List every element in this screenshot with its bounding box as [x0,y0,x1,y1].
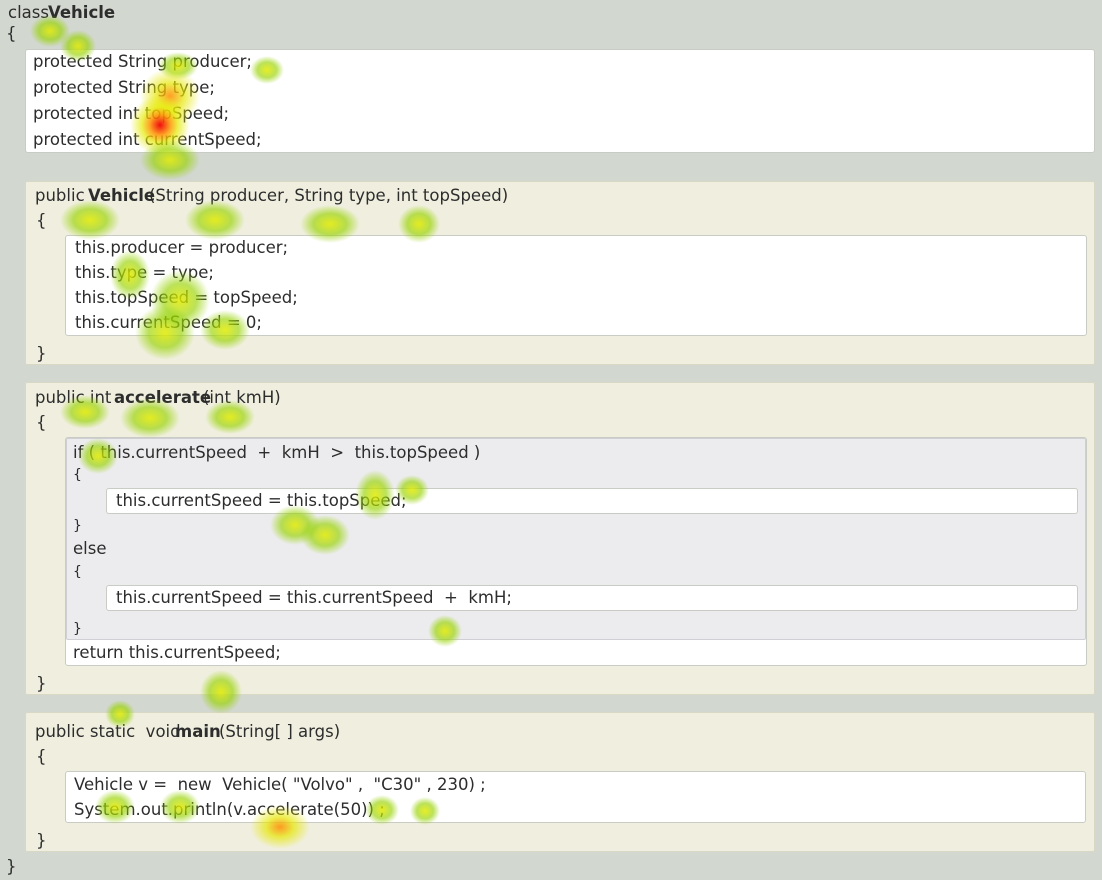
accelerate-modifier: public int [35,388,112,407]
constructor-open-brace: { [36,211,47,230]
main-close-brace: } [36,831,47,850]
if-statement: this.currentSpeed = this.topSpeed; [116,491,407,510]
field-line: protected String type; [33,78,215,97]
field-line: protected int topSpeed; [33,104,230,123]
main-modifier: public static void [35,722,181,741]
if-open-brace: { [73,467,82,483]
else-keyword: else [73,539,107,558]
accelerate-name: accelerate [114,388,212,407]
accelerate-params: (int kmH) [203,388,281,407]
class-close-brace: } [6,857,17,876]
class-keyword: class [8,3,49,22]
field-line: protected String producer; [33,52,252,71]
constructor-statement: this.currentSpeed = 0; [75,313,262,332]
main-name: main [175,722,221,741]
accelerate-close-brace: } [36,674,47,693]
if-condition: if ( this.currentSpeed + kmH > this.topS… [73,443,481,462]
main-open-brace: { [36,747,47,766]
accelerate-open-brace: { [36,413,47,432]
constructor-modifier: public [35,186,85,205]
constructor-name: Vehicle [88,186,156,205]
field-line: protected int currentSpeed; [33,130,262,149]
class-open-brace: { [6,24,17,43]
class-name: Vehicle [48,3,116,22]
else-close-brace: } [73,621,82,637]
constructor-statement: this.topSpeed = topSpeed; [75,288,298,307]
main-statement: System.out.println(v.accelerate(50)) ; [74,800,385,819]
main-params: (String[ ] args) [219,722,341,741]
else-open-brace: { [73,564,82,580]
constructor-statement: this.producer = producer; [75,238,289,257]
constructor-params: (String producer, String type, int topSp… [149,186,509,205]
main-statement: Vehicle v = new Vehicle( "Volvo" , "C30"… [74,775,486,794]
if-close-brace: } [73,518,82,534]
else-statement: this.currentSpeed = this.currentSpeed + … [116,588,512,607]
return-statement: return this.currentSpeed; [73,643,281,662]
constructor-statement: this.type = type; [75,263,214,282]
constructor-close-brace: } [36,344,47,363]
